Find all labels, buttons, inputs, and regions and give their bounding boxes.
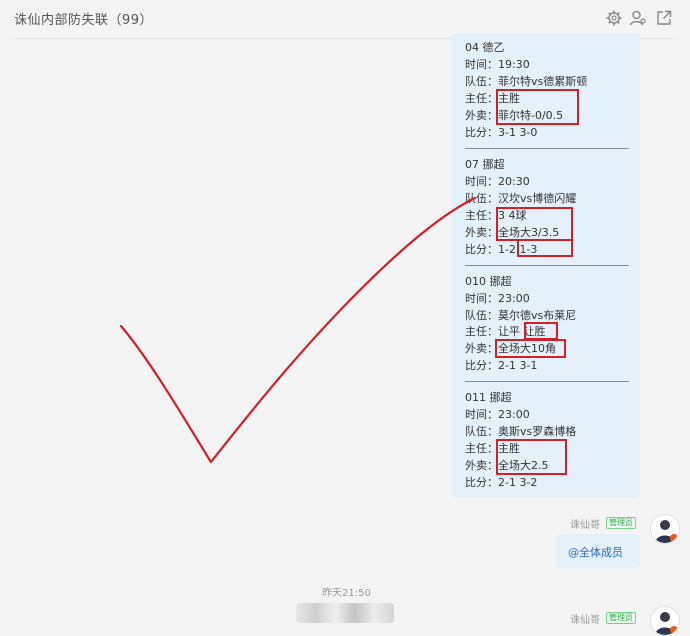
avatar-icon xyxy=(655,520,678,543)
message-timestamp: 昨天21:50 xyxy=(322,588,371,599)
admin-badge: 管理员 xyxy=(606,612,636,624)
sender-name: 诛仙哥 xyxy=(570,615,600,626)
blurred-content xyxy=(296,603,394,623)
avatar[interactable] xyxy=(650,606,680,636)
avatar[interactable] xyxy=(650,514,680,544)
mention-all-text[interactable]: @全体成员 xyxy=(568,544,623,560)
sender-name: 诛仙哥 xyxy=(570,520,600,531)
admin-badge: 管理员 xyxy=(606,517,636,529)
mention-bubble[interactable]: @全体成员 xyxy=(556,534,640,568)
